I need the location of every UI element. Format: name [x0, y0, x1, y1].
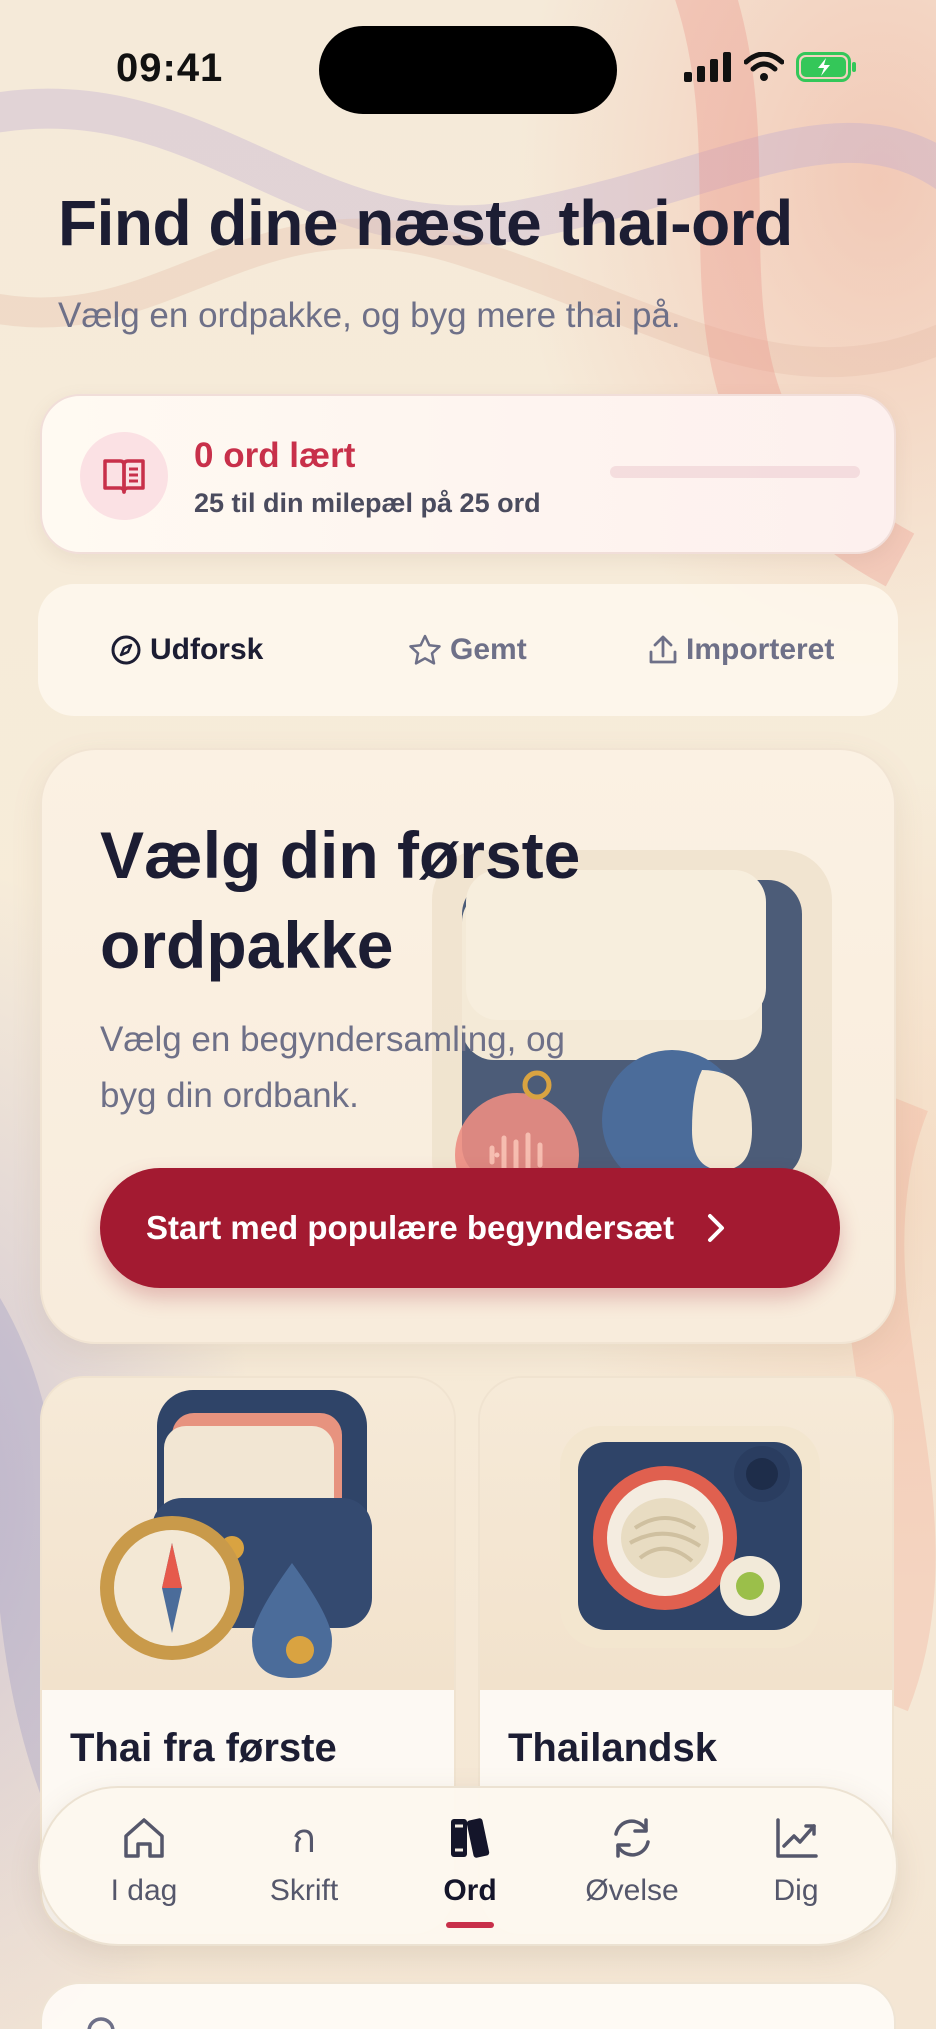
active-indicator [446, 1922, 494, 1928]
nav-label-today: I dag [110, 1874, 178, 1907]
status-bar: 09:41 [0, 0, 936, 120]
nav-label-words: Ord [443, 1874, 497, 1907]
nav-label-you: Dig [773, 1874, 819, 1907]
status-time: 09:41 [116, 46, 224, 90]
search-icon [87, 2017, 115, 2029]
pack-title: Thailandsk [508, 1726, 717, 1770]
wifi-icon [744, 52, 784, 81]
pack-filter-tabs: Udforsk Gemt Importeret [38, 584, 898, 716]
nav-item-words[interactable]: Ord [400, 1808, 540, 1928]
nav-item-today[interactable]: I dag [74, 1808, 214, 1928]
battery-icon [796, 52, 856, 82]
tab-imported-label: Importeret [686, 633, 835, 666]
pack-title: Thai fra første [70, 1726, 337, 1770]
refresh-icon [614, 1818, 650, 1858]
words-learned-label: 0 ord lært [194, 436, 356, 475]
nav-item-script[interactable]: ก Skrift [234, 1808, 374, 1928]
nav-label-script: Skrift [269, 1874, 339, 1907]
hero-title: Vælg din første ordpakke [100, 818, 581, 982]
nav-label-practice: Øvelse [585, 1874, 679, 1907]
milestone-progress-bar [610, 466, 860, 478]
tab-imported[interactable]: Importeret [648, 584, 834, 716]
chevron-right-icon [708, 1214, 725, 1242]
tab-explore[interactable]: Udforsk [110, 584, 263, 716]
nav-item-practice[interactable]: Øvelse [562, 1808, 702, 1928]
start-beginner-sets-label: Start med populære begyndersæt [146, 1209, 675, 1246]
hero-card: Vælg din første ordpakke Vælg en begynde… [40, 748, 896, 1344]
thai-letter-icon: ก [291, 1816, 317, 1862]
star-icon [409, 634, 441, 665]
tab-explore-label: Udforsk [150, 633, 264, 666]
hero-subtitle: Vælg en begyndersamling, og byg din ordb… [100, 1020, 566, 1115]
search-card[interactable] [40, 1982, 896, 2029]
wallet-compass-illustration [100, 1390, 372, 1678]
books-icon [451, 1818, 490, 1858]
pack-image [480, 1378, 892, 1690]
progress-card[interactable]: 0 ord lært 25 til din milepæl på 25 ord [40, 394, 896, 554]
chart-icon [776, 1818, 818, 1858]
noodle-tray-illustration [560, 1426, 820, 1648]
nav-item-you[interactable]: Dig [726, 1808, 866, 1928]
book-icon [80, 432, 168, 520]
page-title: Find dine næste thai-ord [58, 187, 793, 259]
page-subtitle: Vælg en ordpakke, og byg mere thai på. [58, 296, 681, 335]
home-icon [124, 1818, 164, 1858]
signal-icon [684, 52, 731, 82]
compass-icon [111, 635, 141, 665]
pack-image [42, 1378, 454, 1690]
status-icons [684, 52, 858, 82]
bottom-nav: I dag ก Skrift Ord Øvelse Dig [38, 1786, 898, 1946]
upload-icon [649, 635, 677, 664]
start-beginner-sets-button[interactable]: Start med populære begyndersæt [100, 1168, 840, 1288]
dynamic-island [319, 26, 617, 114]
tab-saved-label: Gemt [450, 633, 527, 666]
milestone-label: 25 til din milepæl på 25 ord [194, 488, 541, 518]
tab-saved[interactable]: Gemt [408, 584, 527, 716]
